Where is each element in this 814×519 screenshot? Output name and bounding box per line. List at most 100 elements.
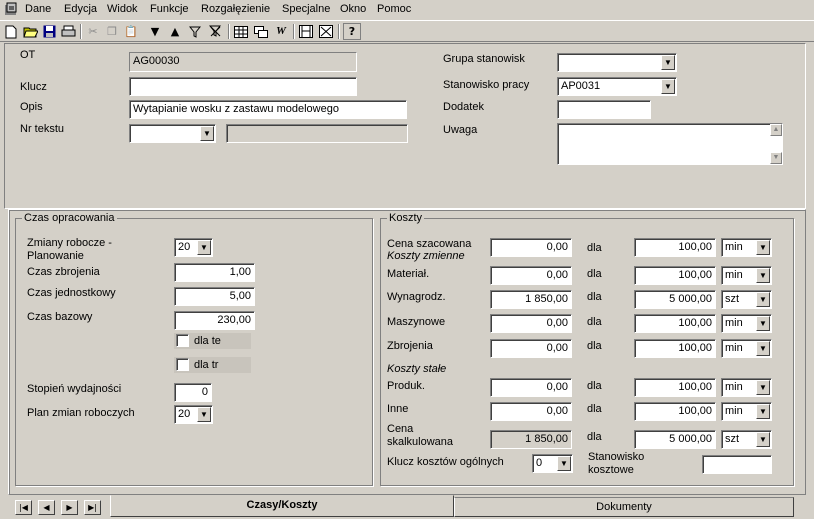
cena-szacowana-unit[interactable]: min ▼ xyxy=(721,238,772,257)
material-qty[interactable]: 100,00 xyxy=(634,266,716,285)
paste-icon[interactable]: 📋 xyxy=(122,23,140,40)
zmiany-select[interactable]: 20 ▼ xyxy=(174,238,213,257)
chevron-down-icon[interactable]: ▼ xyxy=(200,126,214,141)
zbrojenia-koszt-qty[interactable]: 100,00 xyxy=(634,339,716,358)
chevron-down-icon[interactable]: ▼ xyxy=(197,240,211,255)
chevron-down-icon[interactable]: ▼ xyxy=(756,404,770,419)
stanowisko-kosztowe-input[interactable] xyxy=(702,455,772,474)
stopien-input[interactable]: 0 xyxy=(174,383,212,402)
scroll-down-icon[interactable]: ▼ xyxy=(770,152,782,164)
scroll-up-icon[interactable]: ▲ xyxy=(770,124,782,136)
maszynowe-unit[interactable]: min ▼ xyxy=(721,314,772,333)
material-input[interactable]: 0,00 xyxy=(490,266,572,285)
inne-input[interactable]: 0,00 xyxy=(490,402,572,421)
film-icon[interactable] xyxy=(297,23,315,40)
bazowy-input[interactable]: 230,00 xyxy=(174,311,255,330)
klucz-input[interactable] xyxy=(129,77,357,96)
down-arrow-icon[interactable]: ▼ xyxy=(146,23,164,40)
zbrojenia-koszt-unit[interactable]: min ▼ xyxy=(721,339,772,358)
cena-skalkulowana-unit[interactable]: szt ▼ xyxy=(721,430,772,449)
cascade-icon[interactable] xyxy=(252,23,270,40)
ot-field: AG00030 xyxy=(129,52,357,72)
wynagrodz-input[interactable]: 1 850,00 xyxy=(490,290,572,309)
app-icon[interactable] xyxy=(3,2,19,18)
menu-okno[interactable]: Okno xyxy=(340,3,366,15)
menu-dane[interactable]: Dane xyxy=(25,3,51,15)
tab-czasy-koszty[interactable]: Czasy/Koszty xyxy=(110,495,454,517)
maszynowe-qty[interactable]: 100,00 xyxy=(634,314,716,333)
toolbar: ✂ ❐ 📋 ▼ ▲ W ? xyxy=(0,20,814,42)
menu-edycja[interactable]: Edycja xyxy=(64,3,97,15)
klucz-kosztow-select[interactable]: 0 ▼ xyxy=(532,454,573,473)
nrtekstu-label: Nr tekstu xyxy=(20,123,65,135)
cut-icon[interactable]: ✂ xyxy=(84,23,102,40)
chevron-down-icon[interactable]: ▼ xyxy=(756,380,770,395)
stanowisko-select[interactable]: AP0031 ▼ xyxy=(557,77,677,96)
open-icon[interactable] xyxy=(21,23,39,40)
last-record-icon[interactable]: ▶| xyxy=(84,500,101,515)
dla-te-label: dla te xyxy=(194,335,221,347)
chevron-down-icon[interactable]: ▼ xyxy=(756,316,770,331)
dla-label: dla xyxy=(587,291,602,303)
chevron-down-icon[interactable]: ▼ xyxy=(661,55,675,70)
cena-skalkulowana-qty[interactable]: 5 000,00 xyxy=(634,430,716,449)
nrtekstu-text-field xyxy=(226,124,408,143)
chevron-down-icon[interactable]: ▼ xyxy=(557,456,571,471)
grid-icon[interactable] xyxy=(317,23,335,40)
dla-label: dla xyxy=(587,431,602,443)
print-icon[interactable] xyxy=(59,23,77,40)
maszynowe-input[interactable]: 0,00 xyxy=(490,314,572,333)
menu-widok[interactable]: Widok xyxy=(107,3,138,15)
chevron-down-icon[interactable]: ▼ xyxy=(197,407,211,422)
filter-icon[interactable] xyxy=(186,23,204,40)
zbrojenia-koszt-input[interactable]: 0,00 xyxy=(490,339,572,358)
chevron-down-icon[interactable]: ▼ xyxy=(756,240,770,255)
chevron-down-icon[interactable]: ▼ xyxy=(756,292,770,307)
material-unit[interactable]: min ▼ xyxy=(721,266,772,285)
cena-szacowana-qty[interactable]: 100,00 xyxy=(634,238,716,257)
produk-input[interactable]: 0,00 xyxy=(490,378,572,397)
dla-tr-checkbox[interactable] xyxy=(176,358,189,371)
produk-qty[interactable]: 100,00 xyxy=(634,378,716,397)
jednostkowy-input[interactable]: 5,00 xyxy=(174,287,255,306)
next-record-icon[interactable]: ▶ xyxy=(61,500,78,515)
menu-rozgalezienie[interactable]: Rozgałęzienie xyxy=(201,3,270,15)
czas-title: Czas opracowania xyxy=(22,212,117,224)
produk-unit[interactable]: min ▼ xyxy=(721,378,772,397)
copy-icon[interactable]: ❐ xyxy=(103,23,121,40)
menu-specjalne[interactable]: Specjalne xyxy=(282,3,330,15)
plan-select[interactable]: 20 ▼ xyxy=(174,405,213,424)
bazowy-label: Czas bazowy xyxy=(27,311,93,323)
zbrojenia-input[interactable]: 1,00 xyxy=(174,263,255,282)
help-icon[interactable]: ? xyxy=(343,23,361,40)
dodatek-input[interactable] xyxy=(557,100,651,119)
nrtekstu-select[interactable]: ▼ xyxy=(129,124,216,143)
chevron-down-icon[interactable]: ▼ xyxy=(756,432,770,447)
chevron-down-icon[interactable]: ▼ xyxy=(756,268,770,283)
new-icon[interactable] xyxy=(2,23,20,40)
clear-filter-icon[interactable] xyxy=(206,23,224,40)
stopien-label: Stopień wydajności xyxy=(27,383,122,395)
wynagrodz-unit[interactable]: szt ▼ xyxy=(721,290,772,309)
inne-unit[interactable]: min ▼ xyxy=(721,402,772,421)
opis-input[interactable]: Wytapianie wosku z zastawu modelowego xyxy=(129,100,407,119)
wynagrodz-qty[interactable]: 5 000,00 xyxy=(634,290,716,309)
prev-record-icon[interactable]: ◀ xyxy=(38,500,55,515)
chevron-down-icon[interactable]: ▼ xyxy=(756,341,770,356)
menu-pomoc[interactable]: Pomoc xyxy=(377,3,411,15)
inne-qty[interactable]: 100,00 xyxy=(634,402,716,421)
tab-dokumenty[interactable]: Dokumenty xyxy=(454,497,794,517)
menu-funkcje[interactable]: Funkcje xyxy=(150,3,189,15)
first-record-icon[interactable]: |◀ xyxy=(15,500,32,515)
grupa-select[interactable]: ▼ xyxy=(557,53,677,72)
zbrojenia-label: Czas zbrojenia xyxy=(27,266,100,278)
stanowisko-kosztowe-label: Stanowisko kosztowe xyxy=(588,451,645,476)
save-icon[interactable] xyxy=(40,23,58,40)
uwaga-textarea[interactable]: ▲ ▼ xyxy=(557,123,783,165)
up-arrow-icon[interactable]: ▲ xyxy=(166,23,184,40)
table-icon[interactable] xyxy=(232,23,250,40)
chevron-down-icon[interactable]: ▼ xyxy=(661,79,675,94)
dla-te-checkbox[interactable] xyxy=(176,334,189,347)
cena-szacowana-input[interactable]: 0,00 xyxy=(490,238,572,257)
wordpad-icon[interactable]: W xyxy=(272,23,290,40)
